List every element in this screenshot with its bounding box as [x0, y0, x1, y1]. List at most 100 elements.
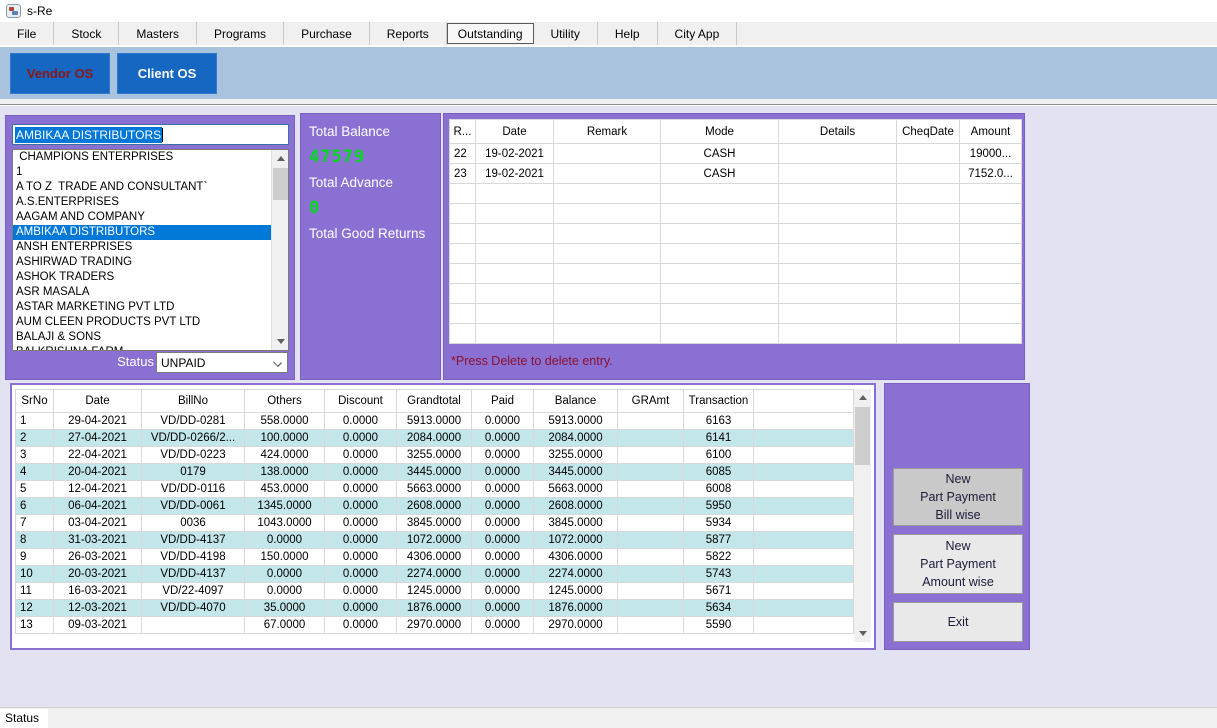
party-listbox: CHAMPIONS ENTERPRISES 1 A TO Z TRADE AND… — [12, 149, 289, 351]
scroll-down-icon[interactable] — [272, 333, 289, 350]
col-header-discount[interactable]: Discount — [325, 390, 397, 413]
menu-item-help[interactable]: Help — [598, 22, 658, 45]
client-os-button[interactable]: Client OS — [117, 53, 217, 94]
bills-table: SrNo Date BillNo Others Discount Grandto… — [15, 389, 854, 634]
chevron-down-icon — [273, 358, 282, 367]
bills-table-body: 1 29-04-2021 VD/DD-0281 558.0000 0.0000 … — [16, 413, 854, 634]
menu-item-purchase[interactable]: Purchase — [284, 22, 370, 45]
up-arrow-icon — [859, 395, 867, 400]
status-filter-value: UNPAID — [161, 356, 205, 370]
col-header-cheqdate[interactable]: CheqDate — [897, 120, 960, 144]
menu-item-programs[interactable]: Programs — [197, 22, 284, 45]
col-header-balance[interactable]: Balance — [534, 390, 618, 413]
bills-row[interactable]: 4 20-04-2021 0179 138.0000 0.0000 3445.0… — [16, 464, 854, 481]
scrollbar-thumb[interactable] — [855, 407, 870, 465]
list-item[interactable]: BALAJI & SONS — [13, 330, 271, 345]
col-header-recno[interactable]: R... — [450, 120, 476, 144]
col-header-billno[interactable]: BillNo — [142, 390, 245, 413]
bills-panel: SrNo Date BillNo Others Discount Grandto… — [10, 383, 876, 650]
delete-hint-text: *Press Delete to delete entry. — [449, 354, 1019, 368]
total-balance-label: Total Balance — [309, 124, 432, 139]
list-item[interactable]: ANSH ENTERPRISES — [13, 240, 271, 255]
down-arrow-icon — [859, 631, 867, 636]
menu-item-city-app[interactable]: City App — [658, 22, 738, 45]
status-bar: Status — [0, 707, 1217, 728]
app-icon — [6, 4, 21, 18]
bills-row[interactable]: 8 31-03-2021 VD/DD-4137 0.0000 0.0000 10… — [16, 532, 854, 549]
list-item[interactable]: ASTAR MARKETING PVT LTD — [13, 300, 271, 315]
bills-row[interactable]: 2 27-04-2021 VD/DD-0266/2... 100.0000 0.… — [16, 430, 854, 447]
col-header-amount[interactable]: Amount — [960, 120, 1022, 144]
status-filter-row: Status UNPAID — [6, 352, 294, 373]
menu-item-outstanding[interactable]: Outstanding — [447, 23, 534, 44]
menu-bar: File Stock Masters Programs Purchase Rep… — [0, 22, 1217, 45]
down-arrow-icon — [277, 339, 285, 344]
list-item[interactable]: ASHIRWAD TRADING — [13, 255, 271, 270]
payments-table-body: 22 19-02-2021 CASH 19000... 23 19-02-202… — [450, 144, 1022, 184]
window-title: s-Re — [27, 4, 52, 18]
new-part-payment-amount-wise-button[interactable]: New Part Payment Amount wise — [893, 534, 1023, 594]
bills-row[interactable]: 3 22-04-2021 VD/DD-0223 424.0000 0.0000 … — [16, 447, 854, 464]
menu-item-utility[interactable]: Utility — [534, 22, 598, 45]
payments-row[interactable]: 23 19-02-2021 CASH 7152.0... — [450, 164, 1022, 184]
bills-row[interactable]: 11 16-03-2021 VD/22-4097 0.0000 0.0000 1… — [16, 583, 854, 600]
payments-panel: R... Date Remark Mode Details CheqDate A… — [443, 113, 1025, 380]
party-list-scrollbar[interactable] — [271, 150, 288, 350]
scroll-up-icon[interactable] — [854, 389, 871, 406]
party-search-input[interactable]: AMBIKAA DISTRIBUTORS — [12, 124, 289, 145]
list-item[interactable]: A.S.ENTERPRISES — [13, 195, 271, 210]
list-item[interactable]: 1 — [13, 165, 271, 180]
payments-row[interactable]: 22 19-02-2021 CASH 19000... — [450, 144, 1022, 164]
col-header-paid[interactable]: Paid — [472, 390, 534, 413]
bills-row[interactable]: 1 29-04-2021 VD/DD-0281 558.0000 0.0000 … — [16, 413, 854, 430]
bills-row[interactable]: 10 20-03-2021 VD/DD-4137 0.0000 0.0000 2… — [16, 566, 854, 583]
main-area: AMBIKAA DISTRIBUTORS CHAMPIONS ENTERPRIS… — [0, 106, 1217, 707]
col-header-srno[interactable]: SrNo — [16, 390, 54, 413]
list-item[interactable]: BALKRISHNA FARM — [13, 345, 271, 350]
list-item[interactable]: ASHOK TRADERS — [13, 270, 271, 285]
up-arrow-icon — [277, 156, 285, 161]
list-item[interactable]: AAGAM AND COMPANY — [13, 210, 271, 225]
payments-table: R... Date Remark Mode Details CheqDate A… — [449, 119, 1022, 344]
menu-item-stock[interactable]: Stock — [54, 22, 119, 45]
party-list-items: CHAMPIONS ENTERPRISES 1 A TO Z TRADE AND… — [13, 150, 271, 350]
status-filter-label: Status — [117, 354, 154, 369]
col-header-date[interactable]: Date — [54, 390, 142, 413]
new-part-payment-bill-wise-button[interactable]: New Part Payment Bill wise — [893, 468, 1023, 526]
party-panel: AMBIKAA DISTRIBUTORS CHAMPIONS ENTERPRIS… — [5, 115, 295, 380]
total-advance-label: Total Advance — [309, 175, 432, 190]
col-header-gramt[interactable]: GRAmt — [618, 390, 684, 413]
title-bar: s-Re — [0, 0, 1217, 22]
list-item[interactable]: ASR MASALA — [13, 285, 271, 300]
bills-row[interactable]: 7 03-04-2021 0036 1043.0000 0.0000 3845.… — [16, 515, 854, 532]
bills-table-scrollbar[interactable] — [854, 389, 871, 642]
col-header-grandtotal[interactable]: Grandtotal — [397, 390, 472, 413]
exit-button[interactable]: Exit — [893, 602, 1023, 642]
col-header-remark[interactable]: Remark — [554, 120, 661, 144]
menu-item-reports[interactable]: Reports — [370, 22, 447, 45]
bills-row[interactable]: 12 12-03-2021 VD/DD-4070 35.0000 0.0000 … — [16, 600, 854, 617]
bills-row[interactable]: 5 12-04-2021 VD/DD-0116 453.0000 0.0000 … — [16, 481, 854, 498]
list-item[interactable]: CHAMPIONS ENTERPRISES — [13, 150, 271, 165]
col-header-mode[interactable]: Mode — [661, 120, 779, 144]
col-header-details[interactable]: Details — [779, 120, 897, 144]
scroll-up-icon[interactable] — [272, 150, 289, 167]
totals-panel: Total Balance 47579 Total Advance 0 Tota… — [300, 113, 441, 380]
scrollbar-thumb[interactable] — [273, 168, 288, 200]
list-item[interactable]: AUM CLEEN PRODUCTS PVT LTD — [13, 315, 271, 330]
scroll-down-icon[interactable] — [854, 625, 871, 642]
col-header-date[interactable]: Date — [476, 120, 554, 144]
vendor-os-button[interactable]: Vendor OS — [10, 53, 110, 94]
bills-row[interactable]: 6 06-04-2021 VD/DD-0061 1345.0000 0.0000… — [16, 498, 854, 515]
list-item[interactable]: A TO Z TRADE AND CONSULTANT` — [13, 180, 271, 195]
bills-row[interactable]: 9 26-03-2021 VD/DD-4198 150.0000 0.0000 … — [16, 549, 854, 566]
bills-row[interactable]: 13 09-03-2021 67.0000 0.0000 2970.0000 0… — [16, 617, 854, 634]
col-header-others[interactable]: Others — [245, 390, 325, 413]
menu-item-masters[interactable]: Masters — [119, 22, 197, 45]
list-item-selected[interactable]: AMBIKAA DISTRIBUTORS — [13, 225, 271, 240]
col-header-filler — [754, 390, 854, 413]
status-filter-dropdown[interactable]: UNPAID — [156, 352, 288, 373]
menu-item-file[interactable]: File — [0, 22, 54, 45]
toolbar-bottom-edge — [0, 99, 1217, 105]
col-header-transaction[interactable]: Transaction — [684, 390, 754, 413]
